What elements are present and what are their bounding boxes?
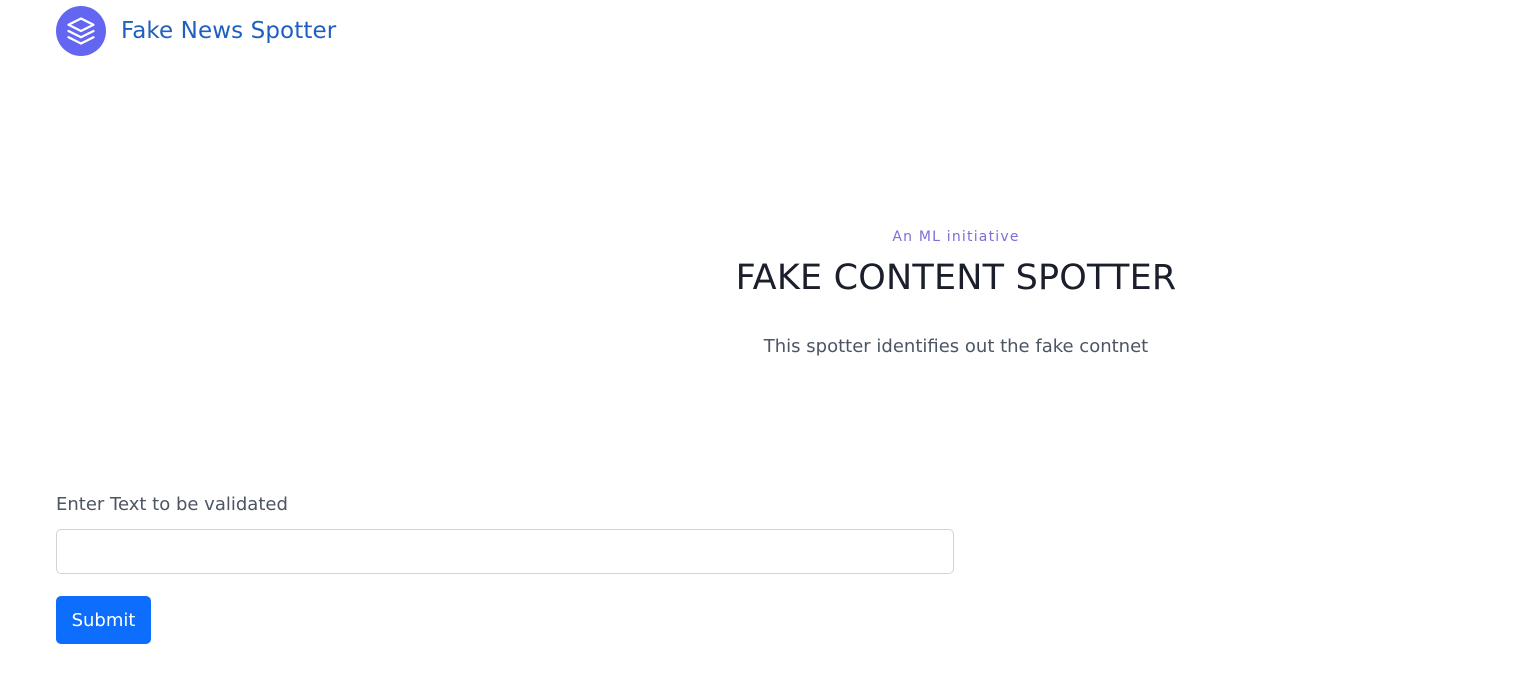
brand-name: Fake News Spotter [121, 18, 337, 44]
navbar-brand-link[interactable]: Fake News Spotter [56, 6, 336, 56]
text-input-label: Enter Text to be validated [56, 494, 288, 515]
hero-eyebrow: An ML initiative [892, 229, 1020, 245]
hero-subtitle: This spotter identifies out the fake con… [763, 336, 1149, 357]
text-input[interactable] [56, 529, 954, 574]
layers-icon [67, 17, 95, 45]
hero-section: An ML initiative FAKE CONTENT SPOTTER Th… [556, 226, 1356, 360]
submit-button[interactable]: Submit [56, 596, 151, 644]
logo [56, 6, 106, 56]
page-title: FAKE CONTENT SPOTTER [735, 258, 1177, 298]
